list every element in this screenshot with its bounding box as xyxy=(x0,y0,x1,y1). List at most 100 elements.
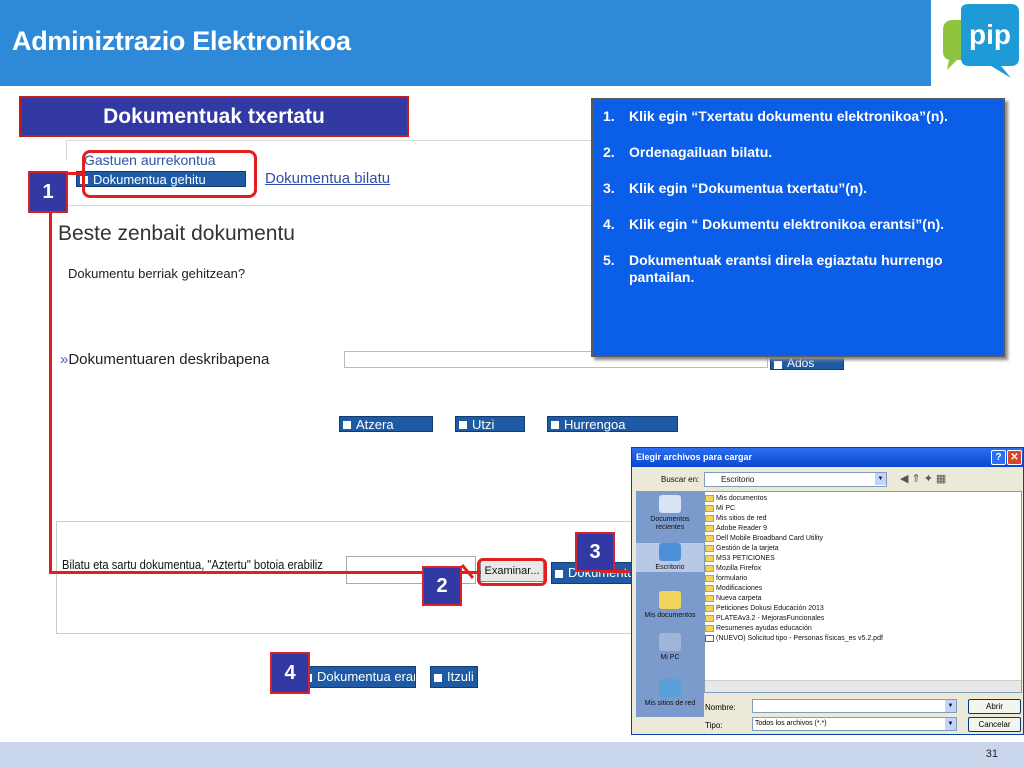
place-label: Mi PC xyxy=(660,654,680,661)
place-desktop[interactable]: Escritorio xyxy=(636,543,704,572)
file-item[interactable]: Mis sitios de red xyxy=(705,514,767,524)
up-folder-icon[interactable]: ⇑ xyxy=(911,473,923,485)
button-icon xyxy=(551,421,559,429)
file-item[interactable]: Mozilla Firefox xyxy=(705,564,761,574)
file-item[interactable]: Gestión de la tarjeta xyxy=(705,544,779,554)
hurrengoa-label: Hurrengoa xyxy=(564,417,626,432)
tipo-select[interactable]: Todos los archivos (*.*) ▼ xyxy=(752,717,957,731)
dialog-toolbar[interactable]: ◀⇑✦▦ xyxy=(900,472,949,485)
file-item[interactable]: Mis documentos xyxy=(705,494,767,504)
place-label: Escritorio xyxy=(655,564,685,571)
folder-icon xyxy=(705,574,714,582)
slide-header: Adminiztrazio Elektronikoa pip xyxy=(0,0,1024,86)
file-item[interactable]: Mi PC xyxy=(705,504,735,514)
buscar-value: Escritorio xyxy=(721,475,755,484)
folder-icon xyxy=(705,614,714,622)
subtext: Dokumentu berriak gehitzean? xyxy=(68,266,246,281)
file-item[interactable]: PLATEAv3.2 - MejorasFuncionales xyxy=(705,614,824,624)
file-label: Nueva carpeta xyxy=(716,595,762,602)
step-marker-3: 3 xyxy=(575,532,615,572)
file-item[interactable]: Dell Mobile Broadband Card Utility xyxy=(705,534,823,544)
file-list: Mis documentos Mi PC Mis sitios de red A… xyxy=(704,491,1022,693)
instruction-number: 2. xyxy=(603,144,615,160)
description-label-text: Dokumentuaren deskribapena xyxy=(68,351,270,368)
highlight-box-examinar xyxy=(477,558,547,586)
file-label: formulario xyxy=(716,575,748,582)
description-label: »Dokumentuaren deskribapena xyxy=(60,351,269,368)
place-computer[interactable]: Mi PC xyxy=(636,633,704,662)
file-label: Dell Mobile Broadband Card Utility xyxy=(716,535,823,542)
back-icon[interactable]: ◀ xyxy=(900,473,911,485)
step-marker-1: 1 xyxy=(28,171,68,213)
horizontal-scrollbar[interactable] xyxy=(705,680,1021,692)
help-icon[interactable]: ? xyxy=(991,450,1006,465)
highlight-box-gehitu xyxy=(82,150,257,198)
pip-logo-icon: pip xyxy=(943,4,1019,78)
ados-button[interactable]: Ados xyxy=(770,356,844,370)
file-item[interactable]: (NUEVO) Solicitud tipo - Personas física… xyxy=(705,634,883,644)
dialog-title: Elegir archivos para cargar xyxy=(632,448,1023,467)
instruction-item: 1. Klik egin “Txertatu dokumentu elektron… xyxy=(603,108,993,125)
chevron-down-icon: ▼ xyxy=(945,718,956,730)
file-item[interactable]: Peticiones Dokusi Educación 2013 xyxy=(705,604,824,614)
instruction-item: 4. Klik egin “ Dokumentu elektronikoa era… xyxy=(603,216,993,233)
button-icon xyxy=(343,421,351,429)
instruction-text: Klik egin “Dokumentua txertatu”(n). xyxy=(629,180,868,196)
place-recent[interactable]: Documentos recientes xyxy=(636,495,704,532)
instructions-panel: 1. Klik egin “Txertatu dokumentu elektron… xyxy=(591,98,1005,357)
dokumentua-bilatu-link[interactable]: Dokumentua bilatu xyxy=(265,170,390,187)
place-documents[interactable]: Mis documentos xyxy=(636,591,704,620)
utzi-label: Utzi xyxy=(472,417,495,432)
dokumentua-erantsi-button[interactable]: Dokumentua erantsi xyxy=(300,666,416,688)
slide-footer xyxy=(0,742,1024,768)
atzera-button[interactable]: Atzera xyxy=(339,416,433,432)
network-icon xyxy=(659,679,681,697)
view-menu-icon[interactable]: ▦ xyxy=(936,473,949,485)
file-label: Resumenes ayudas educación xyxy=(716,625,812,632)
divider xyxy=(66,140,67,160)
chevron-down-icon: ▼ xyxy=(875,473,886,485)
hurrengoa-button[interactable]: Hurrengoa xyxy=(547,416,678,432)
file-item[interactable]: Adobe Reader 9 xyxy=(705,524,767,534)
utzi-button[interactable]: Utzi xyxy=(455,416,525,432)
computer-icon xyxy=(659,633,681,651)
new-folder-icon[interactable]: ✦ xyxy=(924,473,936,485)
button-icon xyxy=(459,421,467,429)
folder-icon xyxy=(705,604,714,612)
documents-icon xyxy=(659,591,681,609)
file-item[interactable]: Resumenes ayudas educación xyxy=(705,624,812,634)
close-icon[interactable]: ✕ xyxy=(1007,450,1022,465)
upload-instruction: Bilatu eta sartu dokumentua, "Aztertu" b… xyxy=(62,557,323,572)
folder-icon xyxy=(705,624,714,632)
instruction-number: 3. xyxy=(603,180,615,196)
connector-line xyxy=(49,212,52,574)
button-icon xyxy=(555,570,563,578)
place-network[interactable]: Mis sitios de red xyxy=(636,679,704,708)
folder-icon xyxy=(705,534,714,542)
instruction-item: 5. Dokumentuak erantsi direla egiaztatu h… xyxy=(603,252,993,286)
abrir-button[interactable]: Abrir xyxy=(968,699,1021,714)
file-item[interactable]: Nueva carpeta xyxy=(705,594,762,604)
place-label: Mis sitios de red xyxy=(644,700,696,707)
file-dialog: Elegir archivos para cargar ? ✕ Buscar e… xyxy=(631,447,1024,735)
buscar-select[interactable]: Escritorio ▼ xyxy=(704,472,887,487)
file-item[interactable]: formulario xyxy=(705,574,747,584)
connector-line xyxy=(66,172,84,175)
nombre-label: Nombre: xyxy=(705,703,736,712)
file-item[interactable]: Modificaciones xyxy=(705,584,762,594)
page-number: 31 xyxy=(985,748,998,760)
nombre-input[interactable]: ▼ xyxy=(752,699,957,713)
dokumentua-erantsi-label: Dokumentua erantsi xyxy=(317,669,415,684)
button-icon xyxy=(434,674,442,682)
folder-icon xyxy=(705,494,714,502)
folder-icon xyxy=(705,504,714,512)
file-label: Peticiones Dokusi Educación 2013 xyxy=(716,605,824,612)
instruction-number: 5. xyxy=(603,252,615,268)
file-item[interactable]: MS3 PETICIONES xyxy=(705,554,775,564)
cancelar-button[interactable]: Cancelar xyxy=(968,717,1021,732)
page-heading: Beste zenbait dokumentu xyxy=(58,222,295,245)
divider xyxy=(66,205,591,206)
step-marker-2: 2 xyxy=(422,566,462,606)
tipo-label: Tipo: xyxy=(705,721,723,730)
itzuli-button[interactable]: Itzuli xyxy=(430,666,478,688)
